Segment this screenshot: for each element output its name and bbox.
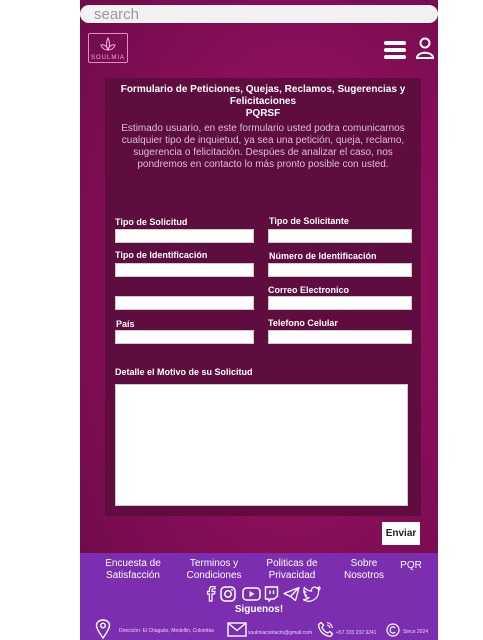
footer: Encuesta de Satisfacción Terminos y Cond…	[80, 553, 438, 640]
app-screen: SOULMIA Formulario de Peticiones, Quejas…	[80, 0, 438, 640]
twitch-icon[interactable]	[264, 586, 279, 602]
footer-link-terminos[interactable]: Terminos y Condiciones	[180, 558, 248, 582]
tipo-solicitante-field[interactable]	[268, 229, 412, 243]
telefono-field[interactable]	[268, 330, 412, 344]
detalle-textarea[interactable]	[115, 384, 408, 506]
footer-address: Dirección: El Chaguito, Medellin, Colomb…	[119, 628, 214, 634]
phone-icon	[317, 621, 334, 638]
label-pais: País	[116, 319, 135, 329]
instagram-icon[interactable]	[220, 586, 236, 602]
footer-phone: +57 315 232 9241	[336, 630, 377, 636]
brand-logo[interactable]: SOULMIA	[88, 33, 128, 63]
youtube-icon[interactable]	[242, 586, 261, 602]
lotus-icon	[100, 36, 116, 52]
telegram-icon[interactable]	[283, 586, 300, 602]
pqrsf-form: Formulario de Peticiones, Quejas, Reclam…	[105, 78, 421, 516]
label-detalle: Detalle el Motivo de su Solicitud	[115, 367, 253, 377]
tipo-identificacion-field[interactable]	[115, 263, 254, 277]
follow-us-text: Siguenos!	[234, 604, 284, 615]
footer-link-sobre[interactable]: Sobre Nosotros	[336, 558, 392, 582]
search-input[interactable]	[80, 5, 438, 23]
unlabeled-field[interactable]	[115, 296, 254, 310]
submit-button[interactable]: Enviar	[382, 522, 420, 545]
footer-email: soulmiacontacto@gmail.com	[248, 630, 312, 636]
form-title: Formulario de Peticiones, Quejas, Reclam…	[120, 84, 406, 107]
menu-icon[interactable]	[384, 41, 406, 59]
email-field[interactable]	[268, 296, 412, 310]
footer-since: Since 2024	[403, 629, 429, 635]
label-tipo-identificacion: Tipo de Identificación	[115, 250, 208, 260]
label-correo: Correo Electronico	[268, 285, 350, 295]
copyright-icon	[386, 623, 400, 637]
facebook-icon[interactable]	[204, 586, 218, 602]
label-numero-identificacion: Número de Identificación	[269, 251, 377, 261]
form-description: Estimado usuario, en este formulario ust…	[121, 123, 405, 170]
numero-identificacion-field[interactable]	[268, 263, 412, 277]
location-pin-icon	[95, 619, 111, 639]
label-telefono: Telefono Celular	[268, 318, 338, 328]
label-tipo-solicitante: Tipo de Solicitante	[269, 216, 349, 226]
label-tipo-solicitud: Tipo de Solicitud	[115, 217, 188, 227]
pais-field[interactable]	[115, 330, 254, 344]
footer-link-pqr[interactable]: PQR	[398, 560, 424, 572]
user-icon[interactable]	[416, 37, 434, 59]
tipo-solicitud-field[interactable]	[115, 229, 254, 243]
footer-link-encuesta[interactable]: Encuesta de Satisfacción	[100, 558, 166, 582]
mail-icon	[227, 622, 247, 637]
twitter-icon[interactable]	[303, 586, 321, 602]
footer-link-politicas[interactable]: Politicas de Privacidad	[260, 558, 324, 582]
form-subtitle: PQRSF	[245, 108, 281, 119]
logo-text: SOULMIA	[90, 55, 125, 61]
